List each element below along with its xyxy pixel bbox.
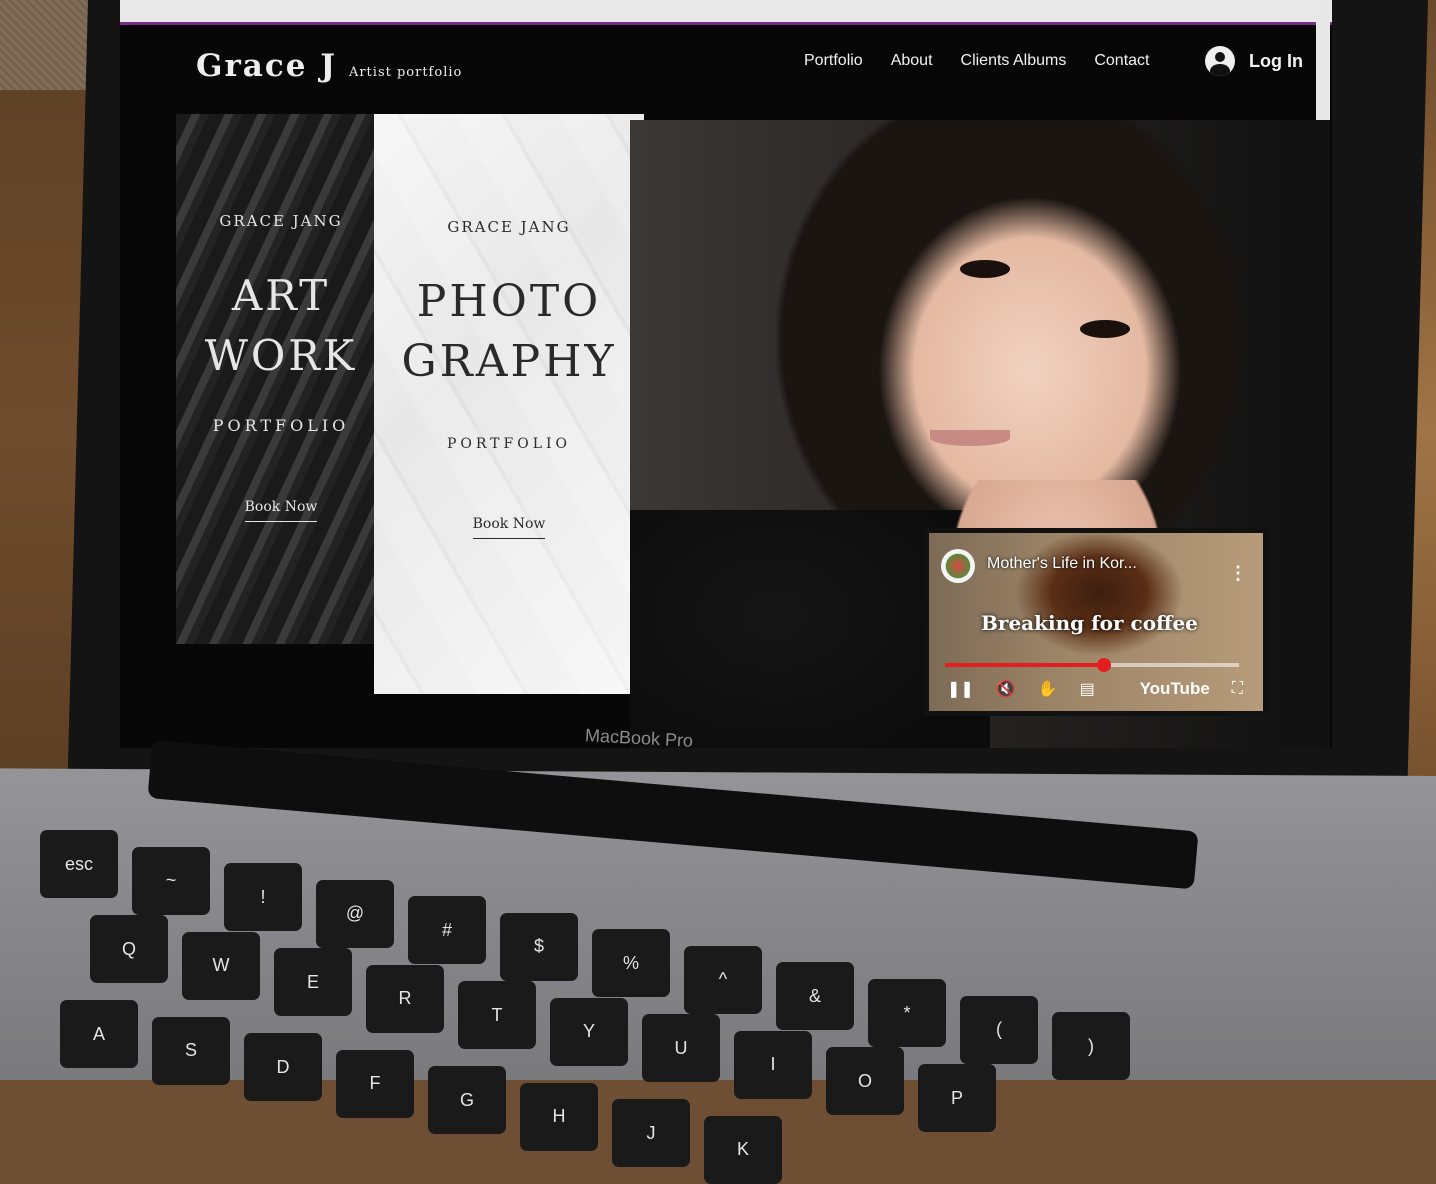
keyboard-key[interactable]: Y [550,997,628,1066]
keyboard-key[interactable]: ( [960,995,1038,1064]
nav-item-portfolio[interactable]: Portfolio [804,52,863,70]
login-button[interactable]: Log In [1205,46,1303,76]
card-title: ART WORK [176,266,386,386]
keyboard-key[interactable]: % [592,929,670,998]
video-caption: Breaking for coffee [981,611,1198,635]
mouth [930,430,1010,446]
artwork-portfolio-card[interactable]: GRACE JANG ART WORK PORTFOLIO Book Now [176,114,386,644]
keyboard-keys: esc ~! @ # $% ^ & *() Q W E R T Y U I O P A S D F G H J K [0,760,1436,1184]
channel-avatar[interactable] [941,549,975,583]
keyboard-key[interactable]: * [868,979,946,1048]
keyboard-key[interactable]: @ [316,879,394,948]
keyboard-key[interactable]: K [704,1115,782,1184]
card-title-line-1: PHOTO [416,276,602,327]
video-controls: ❚❚ 🔇 ✋ ▤ YouTube ⛶ [947,679,1243,699]
nav-item-clients-albums[interactable]: Clients Albums [961,52,1067,70]
card-title-line-2: GRAPHY [401,336,617,387]
keyboard-key[interactable]: T [458,981,536,1050]
hand-cursor-icon: ✋ [1037,681,1058,698]
site-header: Grace J Artist portfolio Portfolio About… [120,30,1332,100]
logo-text: Grace J [196,48,337,84]
keyboard-key[interactable]: U [642,1014,720,1083]
logo-subtitle: Artist portfolio [348,65,463,80]
browser-toolbar [120,0,1332,25]
login-label: Log In [1249,50,1303,71]
keyboard-key[interactable]: $ [500,912,578,981]
card-subtitle: PORTFOLIO [446,436,572,452]
keyboard-key[interactable]: & [776,962,854,1031]
keyboard-key[interactable]: I [734,1030,812,1099]
card-subtitle: PORTFOLIO [212,416,350,435]
main-nav: Portfolio About Clients Albums Contact [804,52,1149,70]
nav-item-contact[interactable]: Contact [1094,52,1149,70]
book-now-link[interactable]: Book Now [472,516,546,539]
site-logo[interactable]: Grace J Artist portfolio [196,48,462,84]
left-eye [960,260,1010,278]
user-avatar-icon [1205,46,1235,76]
subtitles-icon[interactable]: ▤ [1080,679,1095,699]
keyboard-key[interactable]: # [408,896,486,965]
card-title-line-2: WORK [204,331,358,380]
keyboard-key[interactable]: D [244,1033,322,1102]
keyboard-key[interactable]: Q [90,915,168,983]
nav-item-about[interactable]: About [891,52,933,70]
keyboard-key[interactable]: O [826,1047,904,1116]
keyboard-key[interactable]: ~ [132,846,210,915]
keyboard-key[interactable]: W [182,931,260,1000]
keyboard-key[interactable]: esc [40,830,118,898]
keyboard-key[interactable]: ^ [684,945,762,1014]
laptop-screen: Grace J Artist portfolio Portfolio About… [120,0,1332,748]
card-kicker: GRACE JANG [219,212,343,230]
keyboard-key[interactable]: A [60,1000,138,1068]
video-channel-title[interactable]: Mother's Life in Kor... [987,555,1137,573]
video-progress-fill [945,663,1104,667]
keyboard-key[interactable]: J [612,1099,690,1168]
card-title: PHOTO GRAPHY [374,272,644,392]
keyboard-key[interactable]: R [366,964,444,1033]
keyboard-key[interactable]: P [918,1064,996,1133]
mute-icon[interactable]: 🔇 [996,679,1016,699]
photography-portfolio-card[interactable]: GRACE JANG PHOTO GRAPHY PORTFOLIO Book N… [374,114,644,694]
more-options-icon[interactable]: ⋮ [1229,563,1247,584]
video-progress-handle[interactable] [1096,658,1111,672]
card-title-line-1: ART [231,271,331,320]
youtube-logo[interactable]: YouTube [1140,679,1210,699]
video-player[interactable]: Mother's Life in Kor... ⋮ Breaking for c… [924,528,1268,716]
keyboard-key[interactable]: ! [224,863,302,932]
keyboard-key[interactable]: S [152,1016,230,1085]
keyboard-key[interactable]: ) [1052,1012,1130,1081]
keyboard-key[interactable]: F [336,1049,414,1118]
fullscreen-icon[interactable]: ⛶ [1232,680,1243,698]
keyboard-key[interactable]: H [520,1082,598,1151]
right-eye [1080,320,1130,338]
pause-icon[interactable]: ❚❚ [947,679,974,699]
keyboard-key[interactable]: G [428,1066,506,1135]
keyboard-key[interactable]: E [274,948,352,1017]
card-kicker: GRACE JANG [447,218,571,236]
book-now-link[interactable]: Book Now [244,499,318,522]
video-progress-bar[interactable] [945,658,1239,672]
